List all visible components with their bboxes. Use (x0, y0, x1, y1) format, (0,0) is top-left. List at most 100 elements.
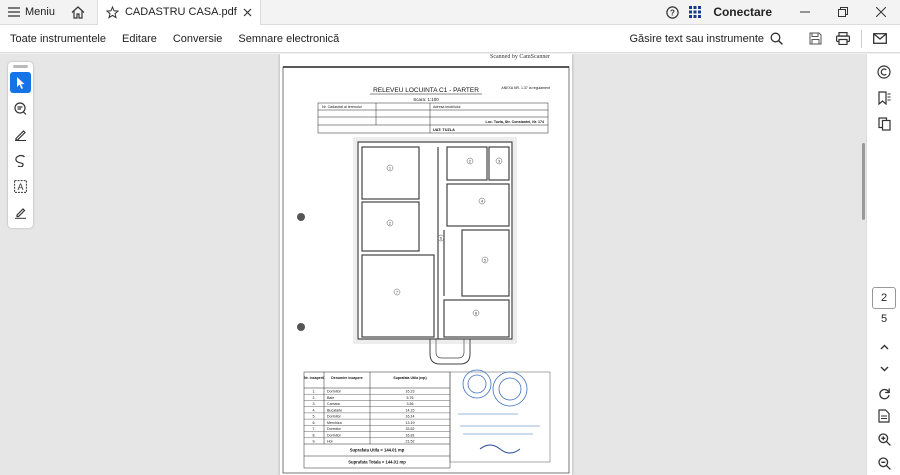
room-row-name: Dormitor (327, 390, 342, 394)
room-row-name: Camara (327, 402, 340, 406)
print-button[interactable] (829, 25, 857, 53)
help-button[interactable]: ? (661, 0, 683, 25)
title-bar: Meniu CADASTRU CASA.pdf ? Conectare (0, 0, 900, 25)
toolbar-menu: Toate instrumentele Editare Conversie Se… (0, 33, 339, 45)
close-window-button[interactable] (862, 0, 900, 25)
home-button[interactable] (63, 0, 93, 25)
text-tool[interactable]: A (10, 176, 31, 197)
star-icon[interactable] (105, 5, 119, 19)
mail-icon (873, 33, 887, 44)
address-value: Loc. Tuzla, Str. Constantei, Nr. 174 (486, 120, 544, 124)
page-frame (282, 66, 570, 474)
main-toolbar: Toate instrumentele Editare Conversie Se… (0, 25, 900, 53)
home-icon (71, 5, 85, 19)
restore-icon (838, 7, 848, 17)
svg-text:1: 1 (389, 166, 392, 171)
room-row-name: Hol (327, 440, 333, 444)
document-icon (878, 409, 890, 423)
svg-text:7: 7 (396, 290, 399, 295)
svg-text:6: 6 (440, 236, 443, 241)
floor-plan-page: Scanned by CamScanner RELEVEU LOCUINTA C… (282, 54, 570, 474)
hamburger-icon (8, 7, 20, 17)
sign-tool[interactable] (10, 202, 31, 223)
col-area-header: Suprafata Utila (mp) (393, 376, 426, 380)
col-nr-header: Nr. incaperii (304, 376, 324, 380)
room-row-area: 16.14 (406, 415, 415, 419)
minimize-icon (800, 11, 810, 13)
svg-text:8: 8 (475, 311, 478, 316)
pages-button[interactable] (867, 111, 900, 137)
vertical-scrollbar[interactable] (862, 143, 865, 220)
room-row-name: Dormitor (327, 415, 342, 419)
panel-handle (13, 65, 28, 68)
room-row-area: 16.81 (406, 433, 415, 437)
next-page-button[interactable] (867, 356, 900, 382)
total-pages: 5 (880, 313, 888, 325)
svg-text:2: 2 (389, 221, 392, 226)
menu-button[interactable]: Meniu (0, 0, 63, 25)
menu-edit[interactable]: Editare (122, 33, 157, 45)
close-icon (876, 7, 886, 17)
toolbar-separator (861, 29, 862, 48)
bookmarks-button[interactable] (867, 85, 900, 111)
tab-title: CADASTRU CASA.pdf (124, 6, 237, 18)
scanned-by-text: Scanned by CamScanner (490, 54, 550, 60)
rooms-table (303, 371, 451, 469)
chevron-down-icon (880, 366, 888, 372)
signature-icon (15, 208, 26, 219)
current-page-input[interactable]: 2 (872, 287, 896, 309)
copy-pages-icon (877, 117, 891, 131)
comment-tool[interactable] (10, 98, 31, 119)
room-row-nr: 8. (313, 433, 316, 437)
save-icon (809, 32, 821, 45)
bookmark-icon (878, 91, 891, 105)
svg-text:?: ? (670, 8, 675, 17)
select-tool[interactable] (10, 72, 31, 93)
room-row-nr: 1. (313, 390, 316, 394)
menu-all-tools[interactable]: Toate instrumentele (10, 33, 106, 45)
email-button[interactable] (866, 25, 894, 53)
official-stamp (449, 369, 551, 463)
menu-label: Meniu (25, 6, 55, 18)
zoom-out-icon (877, 456, 891, 470)
save-button[interactable] (801, 25, 829, 53)
document-tab[interactable]: CADASTRU CASA.pdf (96, 0, 261, 25)
help-icon: ? (666, 5, 679, 19)
quick-tools-panel: A (8, 62, 33, 228)
zoom-in-button[interactable] (867, 426, 900, 452)
floor-plan-hatch (353, 137, 517, 344)
svg-text:3: 3 (498, 159, 501, 164)
menu-convert[interactable]: Conversie (173, 33, 223, 45)
svg-text:5: 5 (484, 258, 487, 263)
close-tab-icon[interactable] (243, 8, 252, 17)
zoom-out-button[interactable] (867, 450, 900, 475)
minimize-button[interactable] (786, 0, 824, 25)
ai-assistant-button[interactable] (867, 59, 900, 85)
total-usable-area: Suprafata Utila = 144.01 mp (350, 448, 405, 453)
apps-button[interactable] (683, 0, 707, 25)
draw-tool[interactable] (10, 150, 31, 171)
menu-e-sign[interactable]: Semnare electronică (238, 33, 339, 45)
room-row-name: Baie (327, 396, 334, 400)
plan-scale: Scara: 1:100 (413, 97, 439, 102)
room-row-nr: 3. (313, 402, 316, 406)
find-tools-search[interactable]: Găsire text sau instrumente (629, 32, 801, 45)
search-icon (770, 32, 783, 45)
svg-text:4: 4 (481, 199, 484, 204)
room-row-nr: 7. (313, 427, 316, 431)
room-row-nr: 4. (313, 408, 316, 412)
total-area: Suprafata Totala = 144.01 mp (348, 460, 406, 465)
highlight-tool[interactable] (10, 124, 31, 145)
printer-icon (836, 32, 850, 45)
svg-text:2: 2 (469, 159, 472, 164)
chevron-up-icon (880, 344, 888, 350)
plan-title: RELEVEU LOCUINTA C1 - PARTER (373, 87, 479, 94)
floor-plan-walls (357, 141, 513, 365)
room-row-area: 14.15 (406, 408, 415, 412)
sign-in-button[interactable]: Conectare (707, 5, 786, 19)
restore-button[interactable] (824, 0, 862, 25)
room-row-name: Merchiza (327, 421, 342, 425)
pen-icon (15, 130, 26, 141)
document-canvas[interactable]: Scanned by CamScanner RELEVEU LOCUINTA C… (0, 54, 866, 475)
room-row-area: 3.56 (407, 402, 414, 406)
